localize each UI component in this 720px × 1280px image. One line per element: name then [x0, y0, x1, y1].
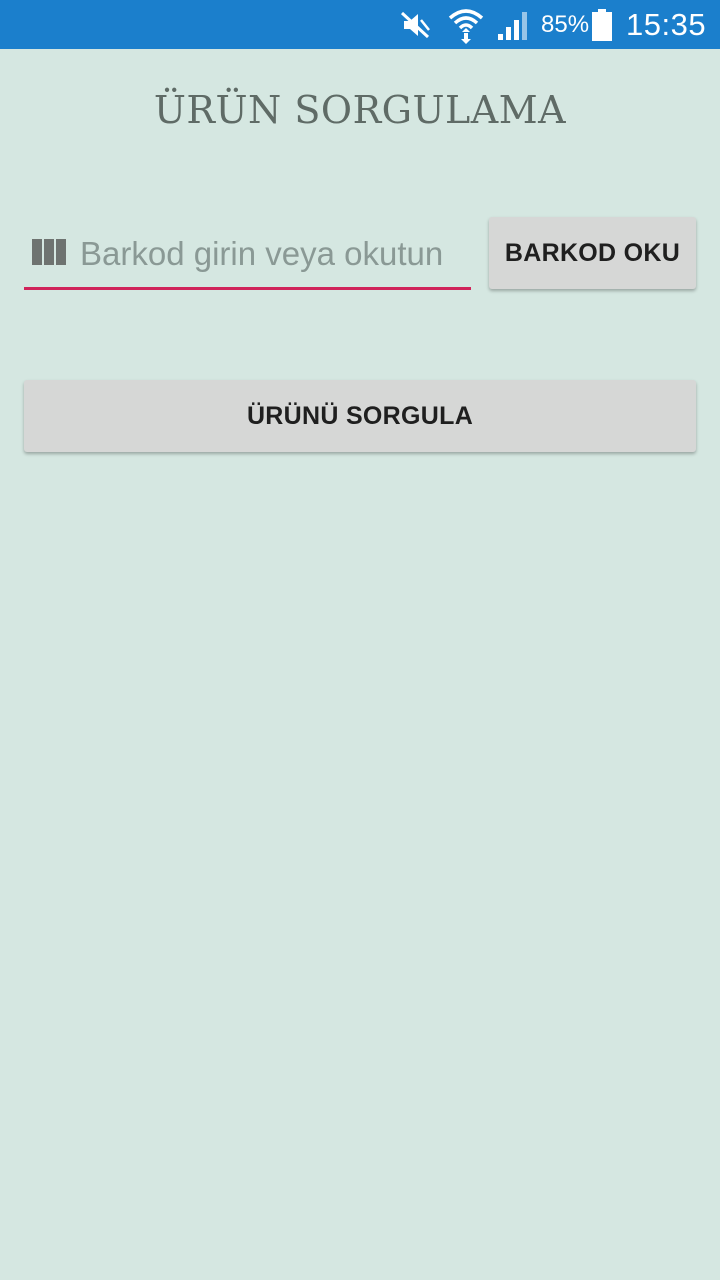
scan-barcode-button[interactable]: BARKOD OKU [489, 217, 696, 289]
barcode-field[interactable] [24, 218, 471, 292]
clock: 15:35 [626, 6, 707, 42]
signal-icon [496, 0, 532, 49]
battery-icon [591, 0, 615, 49]
input-underline [24, 287, 471, 290]
query-product-button[interactable]: ÜRÜNÜ SORGULA [24, 380, 696, 452]
page-title: ÜRÜN SORGULAMA [153, 88, 567, 132]
barcode-input[interactable] [80, 228, 471, 280]
status-bar: 85% 15:35 [0, 0, 720, 49]
barcode-icon [32, 239, 68, 265]
wifi-icon [447, 0, 487, 49]
mute-icon [399, 0, 435, 49]
battery-percent: 85% [541, 10, 590, 38]
